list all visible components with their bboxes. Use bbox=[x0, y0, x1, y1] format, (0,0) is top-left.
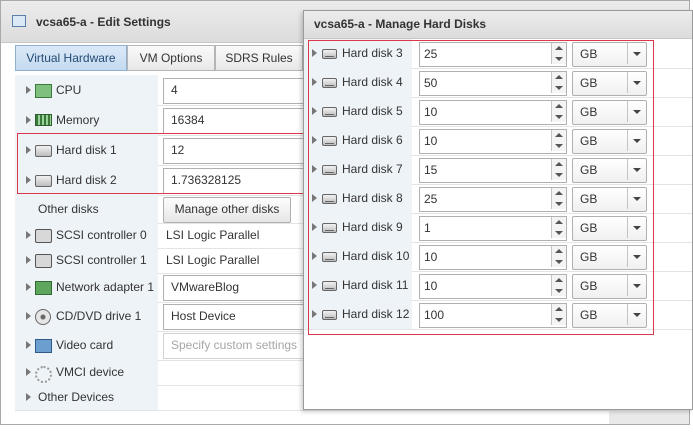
tab-virtual-hardware[interactable]: Virtual Hardware bbox=[15, 45, 127, 71]
expand-arrow-icon[interactable] bbox=[26, 312, 31, 320]
scsi-controller-1-type: LSI Logic Parallel bbox=[166, 253, 260, 267]
scsi-controller-icon bbox=[35, 254, 52, 268]
hw-label-scsi-controller-1: SCSI controller 1 bbox=[56, 253, 147, 267]
video-card-icon bbox=[35, 339, 52, 353]
network-adapter-select[interactable]: VMwareBlog bbox=[163, 275, 322, 301]
hw-label-other-disks: Other disks bbox=[38, 202, 99, 216]
scsi-controller-0-type: LSI Logic Parallel bbox=[166, 228, 260, 242]
memory-icon bbox=[35, 114, 52, 126]
expand-arrow-icon[interactable] bbox=[26, 341, 31, 349]
hard-disk-highlight-box bbox=[17, 133, 305, 194]
expand-arrow-icon[interactable] bbox=[26, 231, 31, 239]
hw-label-other-devices: Other Devices bbox=[38, 390, 115, 404]
hw-label-cd-dvd-drive-1: CD/DVD drive 1 bbox=[56, 309, 142, 323]
hw-label-cpu: CPU bbox=[56, 83, 82, 97]
hw-label-network-adapter-1: Network adapter 1 bbox=[56, 280, 155, 294]
tab-sdrs-rules[interactable]: SDRS Rules bbox=[215, 45, 303, 71]
manage-hard-disks-title: vcsa65-a - Manage Hard Disks bbox=[314, 17, 487, 31]
manage-hard-disks-window: vcsa65-a - Manage Hard Disks Hard disk 3… bbox=[303, 10, 693, 410]
cpu-icon bbox=[35, 84, 52, 98]
vmci-device-icon bbox=[35, 366, 52, 383]
video-card-settings-field[interactable]: Specify custom settings bbox=[163, 333, 322, 359]
expand-arrow-icon[interactable] bbox=[26, 116, 31, 124]
cd-dvd-select[interactable]: Host Device bbox=[163, 304, 322, 330]
hw-label-vmci-device: VMCI device bbox=[56, 365, 125, 379]
edit-settings-title: vcsa65-a - Edit Settings bbox=[36, 15, 171, 29]
hw-label-scsi-controller-0: SCSI controller 0 bbox=[56, 228, 147, 242]
cd-dvd-icon bbox=[35, 309, 51, 325]
expand-arrow-icon[interactable] bbox=[26, 283, 31, 291]
hw-label-memory: Memory bbox=[56, 113, 100, 127]
manage-other-disks-button[interactable]: Manage other disks bbox=[163, 197, 291, 223]
cpu-count-field[interactable]: 4 bbox=[163, 78, 322, 104]
expand-arrow-icon[interactable] bbox=[26, 393, 31, 401]
hw-label-video-card: Video card bbox=[56, 338, 114, 352]
tab-vm-options[interactable]: VM Options bbox=[127, 45, 215, 71]
scsi-controller-icon bbox=[35, 229, 52, 243]
vm-window-icon bbox=[12, 15, 26, 27]
expand-arrow-icon[interactable] bbox=[26, 368, 31, 376]
manage-hard-disks-titlebar[interactable]: vcsa65-a - Manage Hard Disks bbox=[304, 11, 692, 39]
disk-list-highlight-box bbox=[308, 40, 654, 335]
expand-arrow-icon[interactable] bbox=[26, 256, 31, 264]
expand-arrow-icon[interactable] bbox=[26, 86, 31, 94]
network-adapter-icon bbox=[35, 281, 52, 295]
memory-size-field[interactable]: 16384 bbox=[163, 108, 322, 134]
